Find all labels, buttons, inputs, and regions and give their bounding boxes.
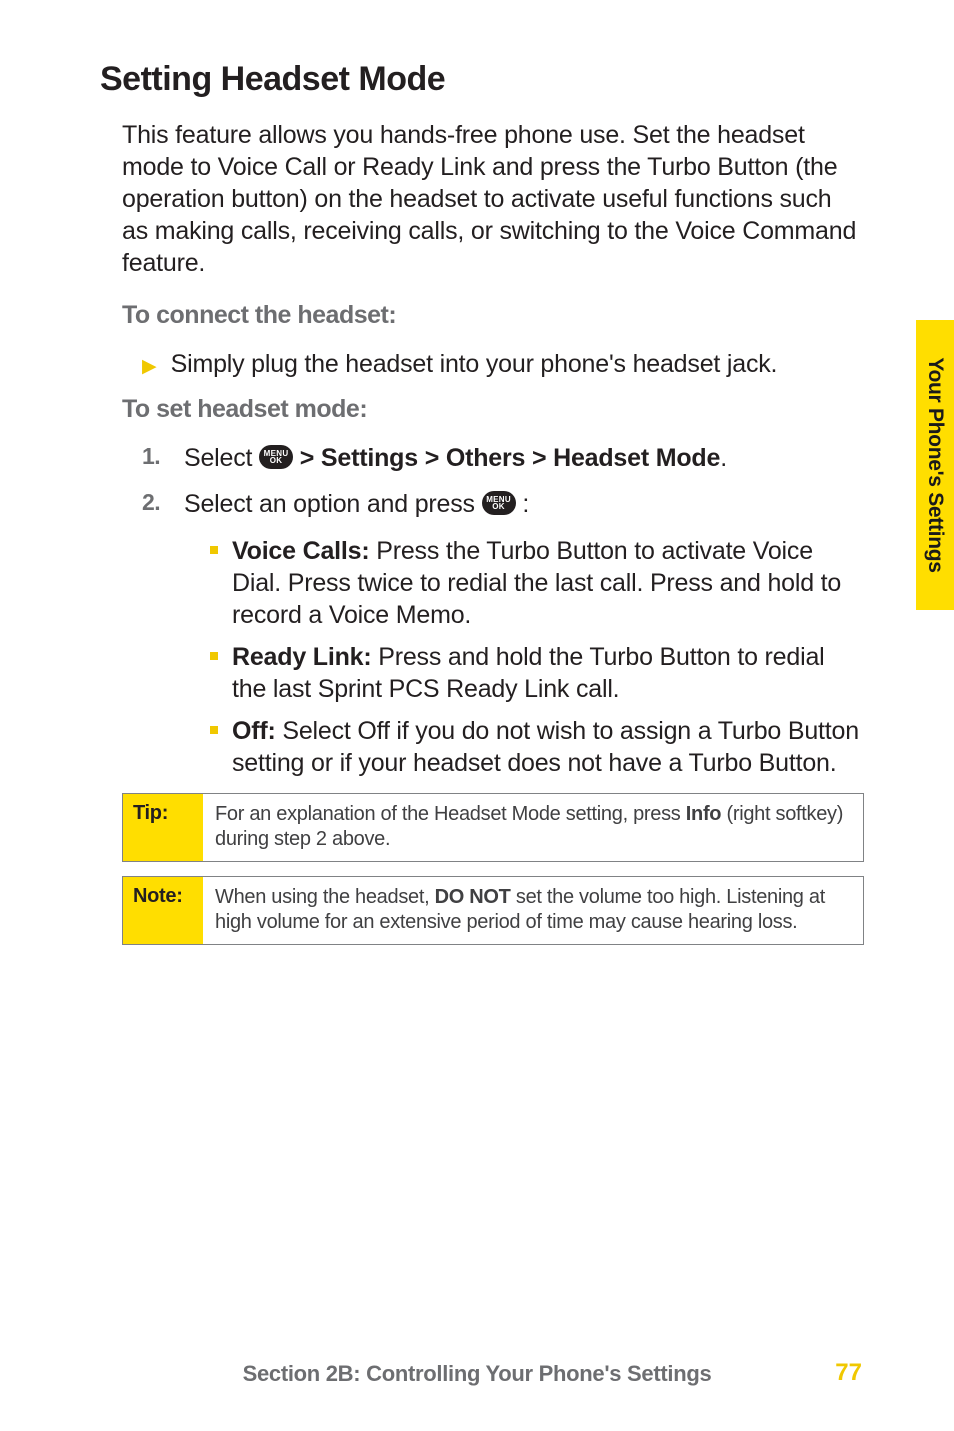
step-1-body: Select MENUOK > Settings > Others > Head… (184, 442, 864, 475)
step-1-path: > Settings > Others > Headset Mode (293, 444, 720, 472)
step-1-text-a: Select (184, 444, 259, 472)
square-bullet-icon (210, 726, 218, 734)
tip-body: For an explanation of the Headset Mode s… (203, 794, 863, 861)
note-label: Note: (123, 877, 203, 944)
option-text: Select Off if you do not wish to assign … (232, 717, 859, 777)
connect-step-text: Simply plug the headset into your phone'… (171, 348, 864, 381)
list-item: Off: Select Off if you do not wish to as… (210, 715, 864, 779)
tip-label: Tip: (123, 794, 203, 861)
menu-icon-bot: OK (492, 502, 505, 511)
note-donot: DO NOT (435, 886, 511, 908)
option-label: Off: (232, 717, 276, 745)
arrow-icon: ▶ (142, 355, 157, 380)
step-number: 2. (142, 488, 170, 518)
tip-callout: Tip: For an explanation of the Headset M… (122, 793, 864, 862)
subhead-connect: To connect the headset: (122, 301, 864, 330)
list-item: Ready Link: Press and hold the Turbo But… (210, 641, 864, 705)
intro-paragraph: This feature allows you hands-free phone… (122, 119, 864, 279)
step-2-body: Select an option and press MENUOK : (184, 488, 864, 521)
menu-ok-icon: MENUOK (259, 445, 293, 469)
subhead-setmode: To set headset mode: (122, 395, 864, 424)
square-bullet-icon (210, 652, 218, 660)
note-body: When using the headset, DO NOT set the v… (203, 877, 863, 944)
note-callout: Note: When using the headset, DO NOT set… (122, 876, 864, 945)
tip-info-key: Info (686, 803, 721, 825)
page-number: 77 (835, 1359, 862, 1387)
footer-section-title: Section 2B: Controlling Your Phone's Set… (0, 1361, 954, 1387)
side-tab-label: Your Phone's Settings (923, 357, 947, 572)
tip-text-a: For an explanation of the Headset Mode s… (215, 803, 686, 825)
side-tab: Your Phone's Settings (916, 320, 954, 610)
step-1-text-c: . (720, 444, 727, 472)
step-2-text-b: : (516, 490, 530, 518)
step-number: 1. (142, 442, 170, 472)
menu-icon-bot: OK (270, 456, 283, 465)
section-heading: Setting Headset Mode (100, 60, 864, 99)
option-label: Voice Calls: (232, 537, 369, 565)
list-item: Voice Calls: Press the Turbo Button to a… (210, 535, 864, 631)
step-2-text-a: Select an option and press (184, 490, 482, 518)
menu-ok-icon: MENUOK (482, 491, 516, 515)
note-text-a: When using the headset, (215, 886, 435, 908)
option-label: Ready Link: (232, 643, 372, 671)
square-bullet-icon (210, 546, 218, 554)
